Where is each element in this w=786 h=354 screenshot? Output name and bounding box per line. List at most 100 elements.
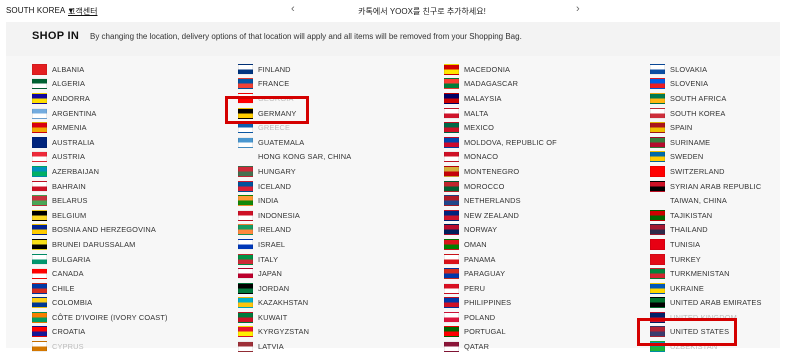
country-item-taiwan-china[interactable]: TAIWAN, CHINA: [650, 193, 786, 208]
country-label: ALGERIA: [52, 79, 86, 89]
chevron-right-icon[interactable]: ›: [576, 3, 580, 15]
country-item-japan[interactable]: JAPAN: [238, 266, 428, 281]
country-item-thailand[interactable]: THAILAND: [650, 223, 786, 238]
country-item-united-arab-emirates[interactable]: UNITED ARAB EMIRATES: [650, 296, 786, 311]
country-item-panama[interactable]: PANAMA: [444, 252, 634, 267]
flag-icon: [444, 238, 459, 250]
country-item-malaysia[interactable]: MALAYSIA: [444, 91, 634, 106]
country-label: SWITZERLAND: [670, 166, 725, 176]
country-item-canada[interactable]: CANADA: [32, 266, 222, 281]
country-item-latvia[interactable]: LATVIA: [238, 339, 428, 354]
country-item-ukraine[interactable]: UKRAINE: [650, 281, 786, 296]
country-item-turkey[interactable]: TURKEY: [650, 252, 786, 267]
flag-icon: [650, 268, 665, 280]
country-item-tunisia[interactable]: TUNISIA: [650, 237, 786, 252]
region-selector[interactable]: SOUTH KOREA ▼: [6, 6, 74, 15]
country-item-qatar[interactable]: QATAR: [444, 339, 634, 354]
country-item-morocco[interactable]: MOROCCO: [444, 179, 634, 194]
country-item-moldova-republic-of[interactable]: MOLDOVA, REPUBLIC OF: [444, 135, 634, 150]
country-item-portugal[interactable]: PORTUGAL: [444, 325, 634, 340]
country-item-kuwait[interactable]: KUWAIT: [238, 310, 428, 325]
flag-icon: [238, 165, 253, 177]
country-item-bosnia-and-herzegovina[interactable]: BOSNIA AND HERZEGOVINA: [32, 223, 222, 238]
country-label: CROATIA: [52, 327, 86, 337]
country-item-madagascar[interactable]: MADAGASCAR: [444, 77, 634, 92]
country-item-new-zealand[interactable]: NEW ZEALAND: [444, 208, 634, 223]
country-column-3: MACEDONIA MADAGASCAR MALAYSIA MALTA MEXICO MO…: [444, 62, 634, 354]
country-item-india[interactable]: INDIA: [238, 193, 428, 208]
country-item-cyprus[interactable]: CYPRUS: [32, 339, 222, 354]
country-item-belarus[interactable]: BELARUS: [32, 193, 222, 208]
country-item-indonesia[interactable]: INDONESIA: [238, 208, 428, 223]
flag-icon: [238, 78, 253, 90]
flag-icon: [32, 341, 47, 353]
country-item-syrian-arab-republic[interactable]: SYRIAN ARAB REPUBLIC: [650, 179, 786, 194]
country-item-c-te-d-ivoire-ivory-coast[interactable]: CÔTE D'IVOIRE (IVORY COAST): [32, 310, 222, 325]
country-item-oman[interactable]: OMAN: [444, 237, 634, 252]
country-item-chile[interactable]: CHILE: [32, 281, 222, 296]
country-item-jordan[interactable]: JORDAN: [238, 281, 428, 296]
country-item-kyrgyzstan[interactable]: KYRGYZSTAN: [238, 325, 428, 340]
country-item-macedonia[interactable]: MACEDONIA: [444, 62, 634, 77]
country-item-sweden[interactable]: SWEDEN: [650, 150, 786, 165]
flag-icon: [650, 92, 665, 104]
country-item-italy[interactable]: ITALY: [238, 252, 428, 267]
country-label: GUATEMALA: [258, 137, 305, 147]
country-item-brunei-darussalam[interactable]: BRUNEI DARUSSALAM: [32, 237, 222, 252]
country-item-slovenia[interactable]: SLOVENIA: [650, 77, 786, 92]
country-item-netherlands[interactable]: NETHERLANDS: [444, 193, 634, 208]
country-item-spain[interactable]: SPAIN: [650, 120, 786, 135]
country-item-paraguay[interactable]: PARAGUAY: [444, 266, 634, 281]
country-item-albania[interactable]: ALBANIA: [32, 62, 222, 77]
region-label[interactable]: SOUTH KOREA: [6, 6, 65, 15]
country-item-malta[interactable]: MALTA: [444, 106, 634, 121]
customer-service-link[interactable]: 고객센터: [68, 6, 97, 17]
country-item-andorra[interactable]: ANDORRA: [32, 91, 222, 106]
country-item-philippines[interactable]: PHILIPPINES: [444, 296, 634, 311]
country-item-algeria[interactable]: ALGERIA: [32, 77, 222, 92]
country-label: UKRAINE: [670, 283, 704, 293]
country-item-bulgaria[interactable]: BULGARIA: [32, 252, 222, 267]
country-item-armenia[interactable]: ARMENIA: [32, 120, 222, 135]
flag-icon: [32, 151, 47, 163]
chevron-left-icon[interactable]: ‹: [291, 3, 295, 15]
country-item-austria[interactable]: AUSTRIA: [32, 150, 222, 165]
country-item-turkmenistan[interactable]: TURKMENISTAN: [650, 266, 786, 281]
flag-icon: [650, 224, 665, 236]
country-item-south-africa[interactable]: SOUTH AFRICA: [650, 91, 786, 106]
country-item-hong-kong-sar-china[interactable]: HONG KONG SAR, CHINA: [238, 150, 428, 165]
country-item-tajikistan[interactable]: TAJIKISTAN: [650, 208, 786, 223]
country-item-ireland[interactable]: IRELAND: [238, 223, 428, 238]
country-item-australia[interactable]: AUSTRALIA: [32, 135, 222, 150]
country-item-finland[interactable]: FINLAND: [238, 62, 428, 77]
country-item-colombia[interactable]: COLOMBIA: [32, 296, 222, 311]
country-item-mexico[interactable]: MEXICO: [444, 120, 634, 135]
country-item-slovakia[interactable]: SLOVAKIA: [650, 62, 786, 77]
country-item-suriname[interactable]: SURINAME: [650, 135, 786, 150]
flag-icon: [32, 297, 47, 309]
country-label: UNITED ARAB EMIRATES: [670, 298, 762, 308]
country-item-south-korea[interactable]: SOUTH KOREA: [650, 106, 786, 121]
country-label: SOUTH AFRICA: [670, 93, 727, 103]
country-item-azerbaijan[interactable]: AZERBAIJAN: [32, 164, 222, 179]
country-item-bahrain[interactable]: BAHRAIN: [32, 179, 222, 194]
country-item-switzerland[interactable]: SWITZERLAND: [650, 164, 786, 179]
country-item-israel[interactable]: ISRAEL: [238, 237, 428, 252]
country-item-poland[interactable]: POLAND: [444, 310, 634, 325]
country-item-peru[interactable]: PERU: [444, 281, 634, 296]
country-item-guatemala[interactable]: GUATEMALA: [238, 135, 428, 150]
country-item-france[interactable]: FRANCE: [238, 77, 428, 92]
country-label: BELARUS: [52, 196, 88, 206]
country-item-montenegro[interactable]: MONTENEGRO: [444, 164, 634, 179]
country-item-hungary[interactable]: HUNGARY: [238, 164, 428, 179]
promo-banner-text[interactable]: 카톡에서 YOOX를 친구로 추가하세요!: [330, 6, 514, 17]
country-item-argentina[interactable]: ARGENTINA: [32, 106, 222, 121]
country-item-monaco[interactable]: MONACO: [444, 150, 634, 165]
country-item-norway[interactable]: NORWAY: [444, 223, 634, 238]
country-item-belgium[interactable]: BELGIUM: [32, 208, 222, 223]
country-label: MOLDOVA, REPUBLIC OF: [464, 137, 557, 147]
country-item-kazakhstan[interactable]: KAZAKHSTAN: [238, 296, 428, 311]
country-item-croatia[interactable]: CROATIA: [32, 325, 222, 340]
flag-icon: [32, 78, 47, 90]
country-item-iceland[interactable]: ICELAND: [238, 179, 428, 194]
